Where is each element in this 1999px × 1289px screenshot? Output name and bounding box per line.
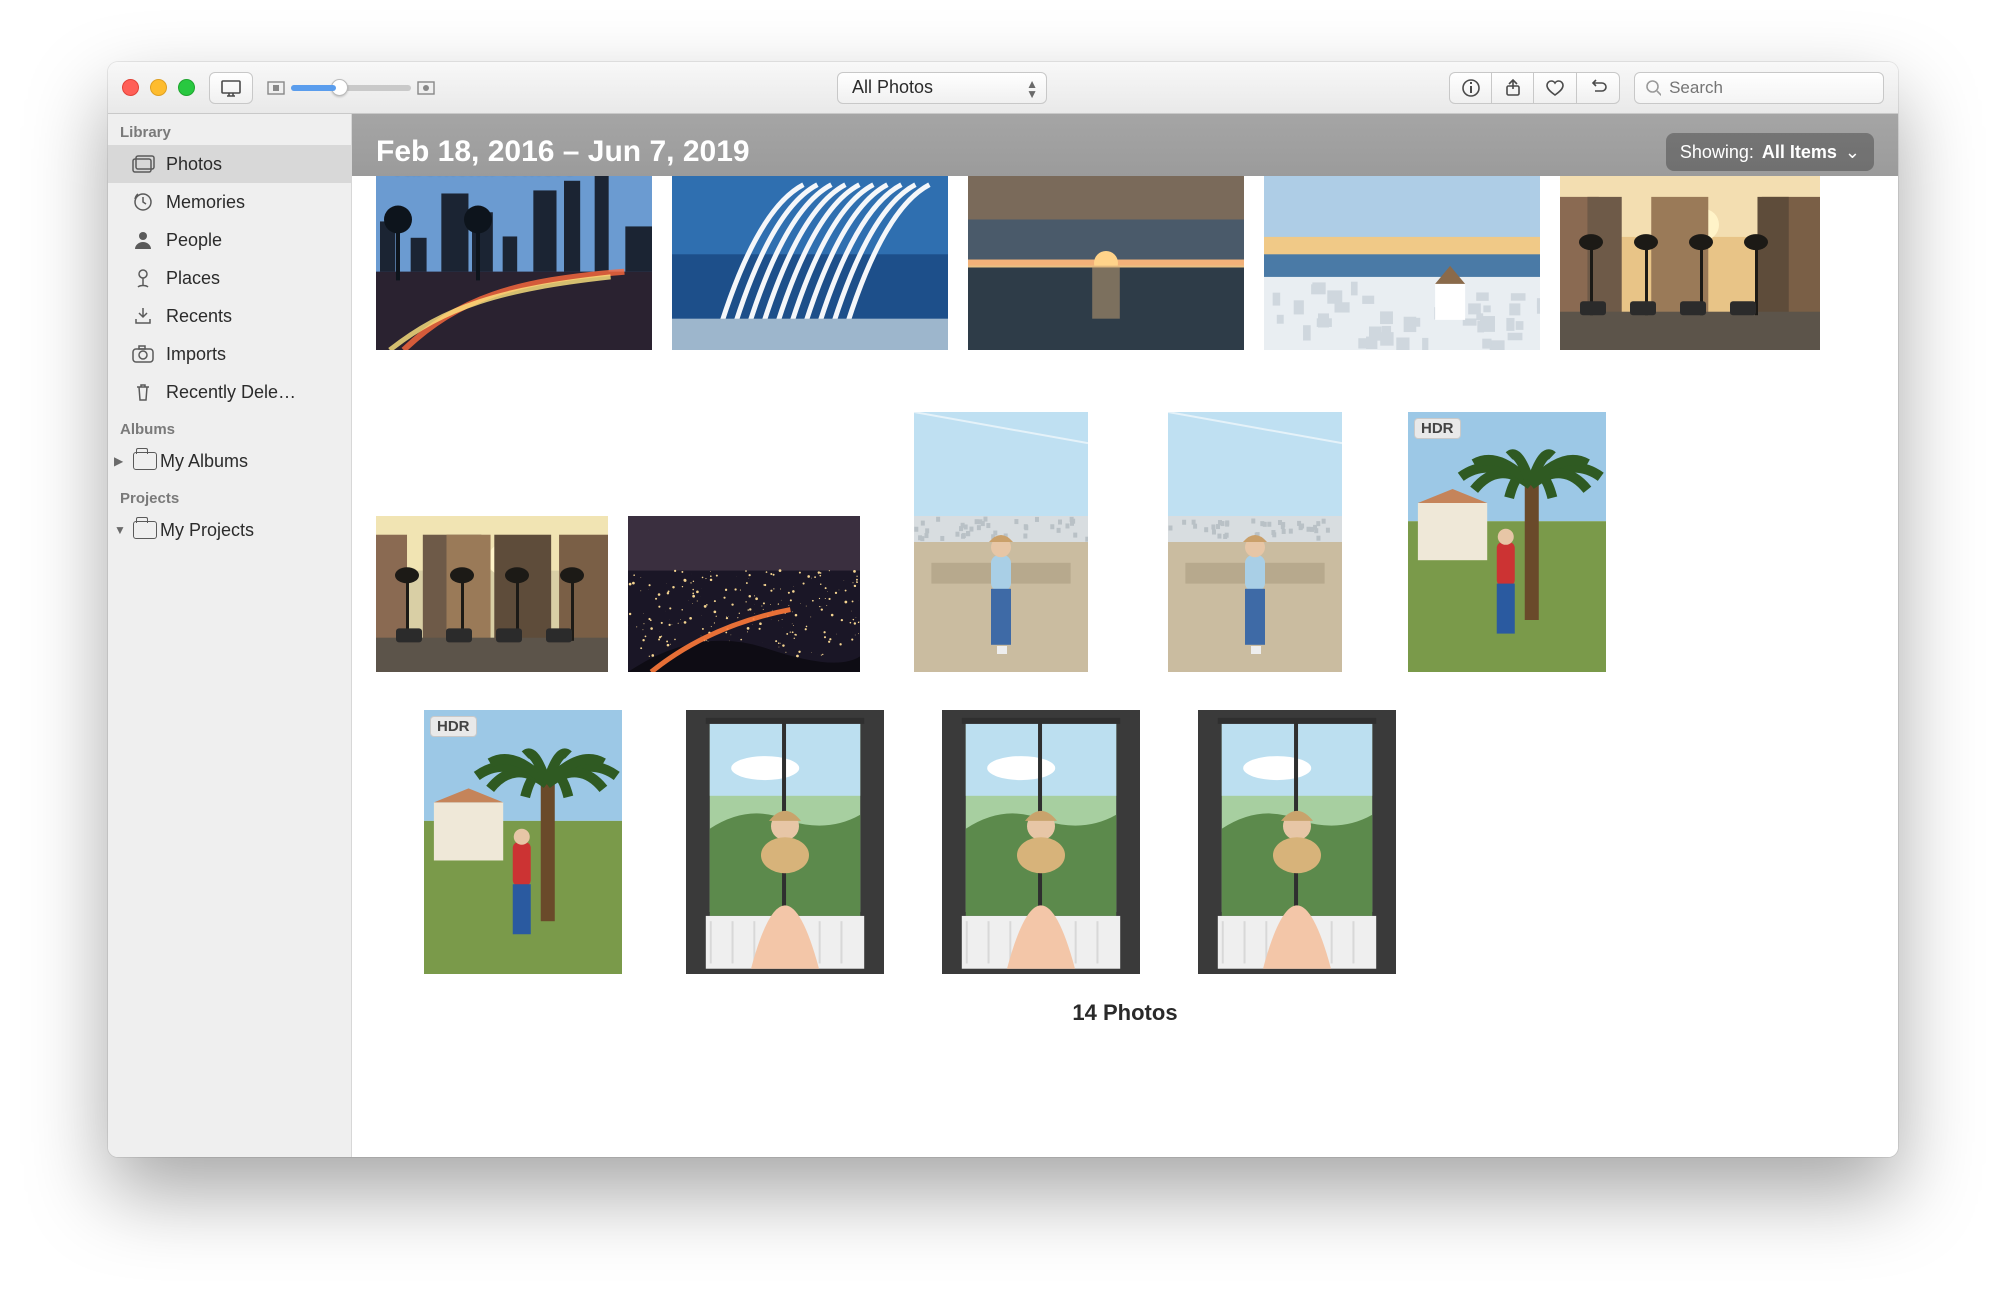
sidebar-item-imports[interactable]: Imports: [108, 335, 351, 373]
sidebar-section-albums: Albums: [108, 411, 351, 442]
sidebar-item-recents[interactable]: Recents: [108, 297, 351, 335]
person-icon: [130, 229, 156, 251]
sidebar-item-memories[interactable]: Memories: [108, 183, 351, 221]
sidebar-item-label: My Albums: [160, 451, 248, 472]
photo-thumbnail[interactable]: [376, 516, 608, 672]
sidebar-section-projects: Projects: [108, 480, 351, 511]
pin-icon: [130, 267, 156, 289]
trash-icon: [130, 381, 156, 403]
photo-thumbnail[interactable]: [672, 176, 948, 350]
photo-thumbnail[interactable]: [686, 710, 884, 974]
zoom-small-icon: [267, 81, 285, 95]
sidebar-item-label: My Projects: [160, 520, 254, 541]
sidebar-item-label: People: [166, 230, 222, 251]
window-controls: [122, 79, 195, 96]
photo-thumbnail[interactable]: [1560, 176, 1820, 350]
sidebar-item-label: Recents: [166, 306, 232, 327]
photos-app-window: All Photos ▲▼ Library Photos: [108, 62, 1898, 1157]
search-icon: [1645, 79, 1661, 97]
main-content: Feb 18, 2016 – Jun 7, 2019 Showing: All …: [352, 114, 1898, 1157]
photo-thumbnail[interactable]: [1264, 176, 1540, 350]
folder-icon: [132, 519, 158, 541]
thumbnail-zoom-slider[interactable]: [267, 81, 435, 95]
date-range-title: Feb 18, 2016 – Jun 7, 2019: [376, 135, 750, 169]
hdr-badge: HDR: [1414, 418, 1461, 439]
favorite-button[interactable]: [1533, 72, 1576, 104]
group-title: Yaremcha & more: [390, 176, 576, 180]
sidebar-item-photos[interactable]: Photos: [108, 145, 351, 183]
chevron-down-icon: ⌄: [1845, 142, 1860, 163]
titlebar: All Photos ▲▼: [108, 62, 1898, 114]
fullscreen-window-button[interactable]: [178, 79, 195, 96]
zoom-large-icon: [417, 81, 435, 95]
sidebar-item-my-albums[interactable]: ▶ My Albums: [108, 442, 351, 480]
sidebar-item-label: Photos: [166, 154, 222, 175]
photo-thumbnail[interactable]: [1198, 710, 1396, 974]
sidebar-item-label: Places: [166, 268, 220, 289]
sidebar-item-places[interactable]: Places: [108, 259, 351, 297]
close-window-button[interactable]: [122, 79, 139, 96]
sidebar-section-library: Library: [108, 114, 351, 145]
download-tray-icon: [130, 305, 156, 327]
view-select[interactable]: All Photos ▲▼: [837, 72, 1047, 104]
toolbar-actions: [1449, 72, 1620, 104]
slideshow-button[interactable]: [209, 72, 253, 104]
hdr-badge: HDR: [430, 716, 477, 737]
showing-label: Showing:: [1680, 142, 1754, 163]
search-field[interactable]: [1634, 72, 1884, 104]
view-select-label: All Photos: [852, 77, 933, 98]
header-bar: Feb 18, 2016 – Jun 7, 2019 Showing: All …: [352, 114, 1898, 176]
photo-thumbnail[interactable]: [1168, 412, 1342, 672]
photo-count-label: 14 Photos: [358, 1000, 1892, 1026]
photo-grid: Yaremcha & more HDR HDR 14 Photos: [352, 176, 1898, 1157]
photos-stack-icon: [130, 153, 156, 175]
showing-value: All Items: [1762, 142, 1837, 163]
minimize-window-button[interactable]: [150, 79, 167, 96]
sidebar-item-my-projects[interactable]: ▼ My Projects: [108, 511, 351, 549]
clock-icon: [130, 191, 156, 213]
photo-thumbnail[interactable]: HDR: [424, 710, 622, 974]
photo-thumbnail[interactable]: HDR: [1408, 412, 1606, 672]
photo-thumbnail[interactable]: [942, 710, 1140, 974]
rotate-button[interactable]: [1576, 72, 1620, 104]
disclosure-down-icon: ▼: [114, 523, 130, 537]
sidebar-item-label: Memories: [166, 192, 245, 213]
photo-thumbnail[interactable]: Yaremcha & more: [376, 176, 652, 350]
photo-thumbnail[interactable]: [914, 412, 1088, 672]
sidebar-item-recently-deleted[interactable]: Recently Dele…: [108, 373, 351, 411]
info-button[interactable]: [1449, 72, 1491, 104]
photo-thumbnail[interactable]: [628, 516, 860, 672]
chevron-updown-icon: ▲▼: [1026, 79, 1038, 99]
filter-showing-button[interactable]: Showing: All Items ⌄: [1666, 133, 1874, 171]
sidebar: Library Photos Memories People Places: [108, 114, 352, 1157]
folder-icon: [132, 450, 158, 472]
disclosure-right-icon: ▶: [114, 454, 130, 468]
sidebar-item-people[interactable]: People: [108, 221, 351, 259]
search-input[interactable]: [1669, 78, 1873, 98]
camera-icon: [130, 343, 156, 365]
photo-thumbnail[interactable]: [968, 176, 1244, 350]
share-button[interactable]: [1491, 72, 1533, 104]
sidebar-item-label: Imports: [166, 344, 226, 365]
sidebar-item-label: Recently Dele…: [166, 382, 296, 403]
